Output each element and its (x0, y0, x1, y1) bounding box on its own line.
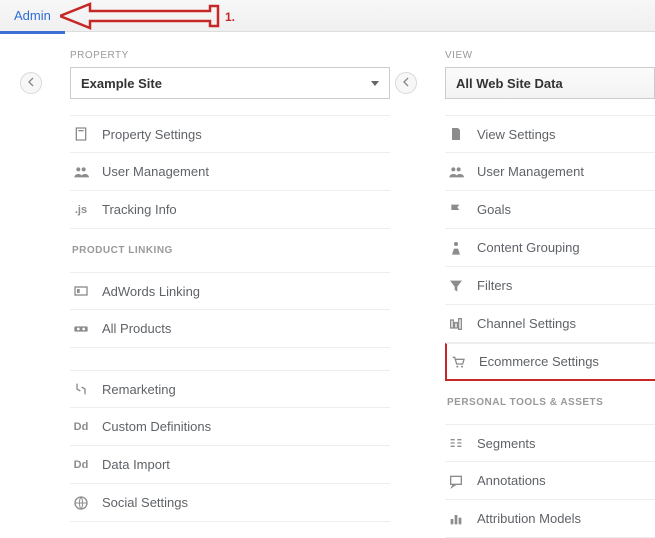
dd-icon: Dd (72, 459, 90, 471)
nav-annotations[interactable]: Annotations (445, 462, 655, 500)
nav-goals[interactable]: Goals (445, 191, 655, 229)
nav-label: Attribution Models (477, 511, 581, 526)
nav-label: Data Import (102, 457, 170, 472)
nav-label: AdWords Linking (102, 284, 200, 299)
nav-ecommerce-settings[interactable]: Ecommerce Settings (445, 343, 655, 381)
nav-label: Remarketing (102, 382, 176, 397)
view-label: VIEW (445, 50, 655, 61)
segments-icon (447, 434, 465, 452)
nav-data-import[interactable]: Dd Data Import (70, 446, 390, 484)
dd-icon: Dd (72, 421, 90, 433)
nav-label: Content Grouping (477, 240, 580, 255)
property-column: PROPERTY Example Site Property Settings … (0, 50, 365, 538)
property-select[interactable]: Example Site (70, 67, 390, 99)
nav-channel-settings[interactable]: Channel Settings (445, 305, 655, 343)
nav-custom-definitions[interactable]: Dd Custom Definitions (70, 408, 390, 446)
people-icon (72, 163, 90, 181)
nav-label: Custom Definitions (102, 419, 211, 434)
nav-label: Annotations (477, 473, 546, 488)
js-icon: .js (72, 204, 90, 216)
document-icon (72, 125, 90, 143)
nav-property-settings[interactable]: Property Settings (70, 115, 390, 153)
page-icon (447, 125, 465, 143)
view-select[interactable]: All Web Site Data (445, 67, 655, 99)
adwords-icon (72, 282, 90, 300)
nav-adwords-linking[interactable]: AdWords Linking (70, 272, 390, 310)
nav-label: Property Settings (102, 127, 202, 142)
nav-label: Goals (477, 202, 511, 217)
property-select-value: Example Site (81, 76, 162, 91)
tab-admin[interactable]: Admin (0, 0, 65, 34)
people-icon (447, 163, 465, 181)
nav-filters[interactable]: Filters (445, 267, 655, 305)
annotation-1: 1. (225, 10, 235, 24)
nav-label: View Settings (477, 127, 556, 142)
view-select-value: All Web Site Data (456, 76, 563, 91)
topbar: Admin 1. (0, 0, 655, 32)
caret-down-icon (371, 81, 379, 86)
cart-icon (449, 353, 467, 371)
nav-segments[interactable]: Segments (445, 424, 655, 462)
flag-icon (447, 201, 465, 219)
infinity-icon (72, 320, 90, 338)
collapse-button-view[interactable] (395, 72, 417, 94)
remarketing-icon (72, 380, 90, 398)
bars-icon (447, 510, 465, 528)
chevron-left-icon (23, 74, 39, 93)
channel-icon (447, 315, 465, 333)
nav-user-management[interactable]: User Management (70, 153, 390, 191)
nav-social-settings[interactable]: Social Settings (70, 484, 390, 522)
collapse-button-property[interactable] (20, 72, 42, 94)
section-product-linking: PRODUCT LINKING (72, 245, 365, 256)
globe-icon (72, 494, 90, 512)
annotation-arrow (60, 2, 220, 30)
funnel-icon (447, 277, 465, 295)
admin-columns: PROPERTY Example Site Property Settings … (0, 32, 655, 538)
person-icon (447, 239, 465, 257)
nav-view-user-management[interactable]: User Management (445, 153, 655, 191)
nav-all-products[interactable]: All Products (70, 310, 390, 348)
nav-label: Filters (477, 278, 512, 293)
nav-label: User Management (477, 164, 584, 179)
nav-label: Segments (477, 436, 536, 451)
nav-label: User Management (102, 164, 209, 179)
nav-label: Tracking Info (102, 202, 177, 217)
nav-label: Social Settings (102, 495, 188, 510)
annotation-icon (447, 472, 465, 490)
nav-view-settings[interactable]: View Settings (445, 115, 655, 153)
nav-label: Channel Settings (477, 316, 576, 331)
nav-label: Ecommerce Settings (479, 354, 599, 369)
nav-content-grouping[interactable]: Content Grouping (445, 229, 655, 267)
chevron-left-icon (398, 74, 414, 93)
view-column: VIEW All Web Site Data View Settings Use… (395, 50, 655, 538)
property-label: PROPERTY (70, 50, 365, 61)
nav-tracking-info[interactable]: .js Tracking Info (70, 191, 390, 229)
section-personal-tools: PERSONAL TOOLS & ASSETS (447, 397, 655, 408)
nav-label: All Products (102, 321, 171, 336)
nav-remarketing[interactable]: Remarketing (70, 370, 390, 408)
nav-attribution-models[interactable]: Attribution Models (445, 500, 655, 538)
